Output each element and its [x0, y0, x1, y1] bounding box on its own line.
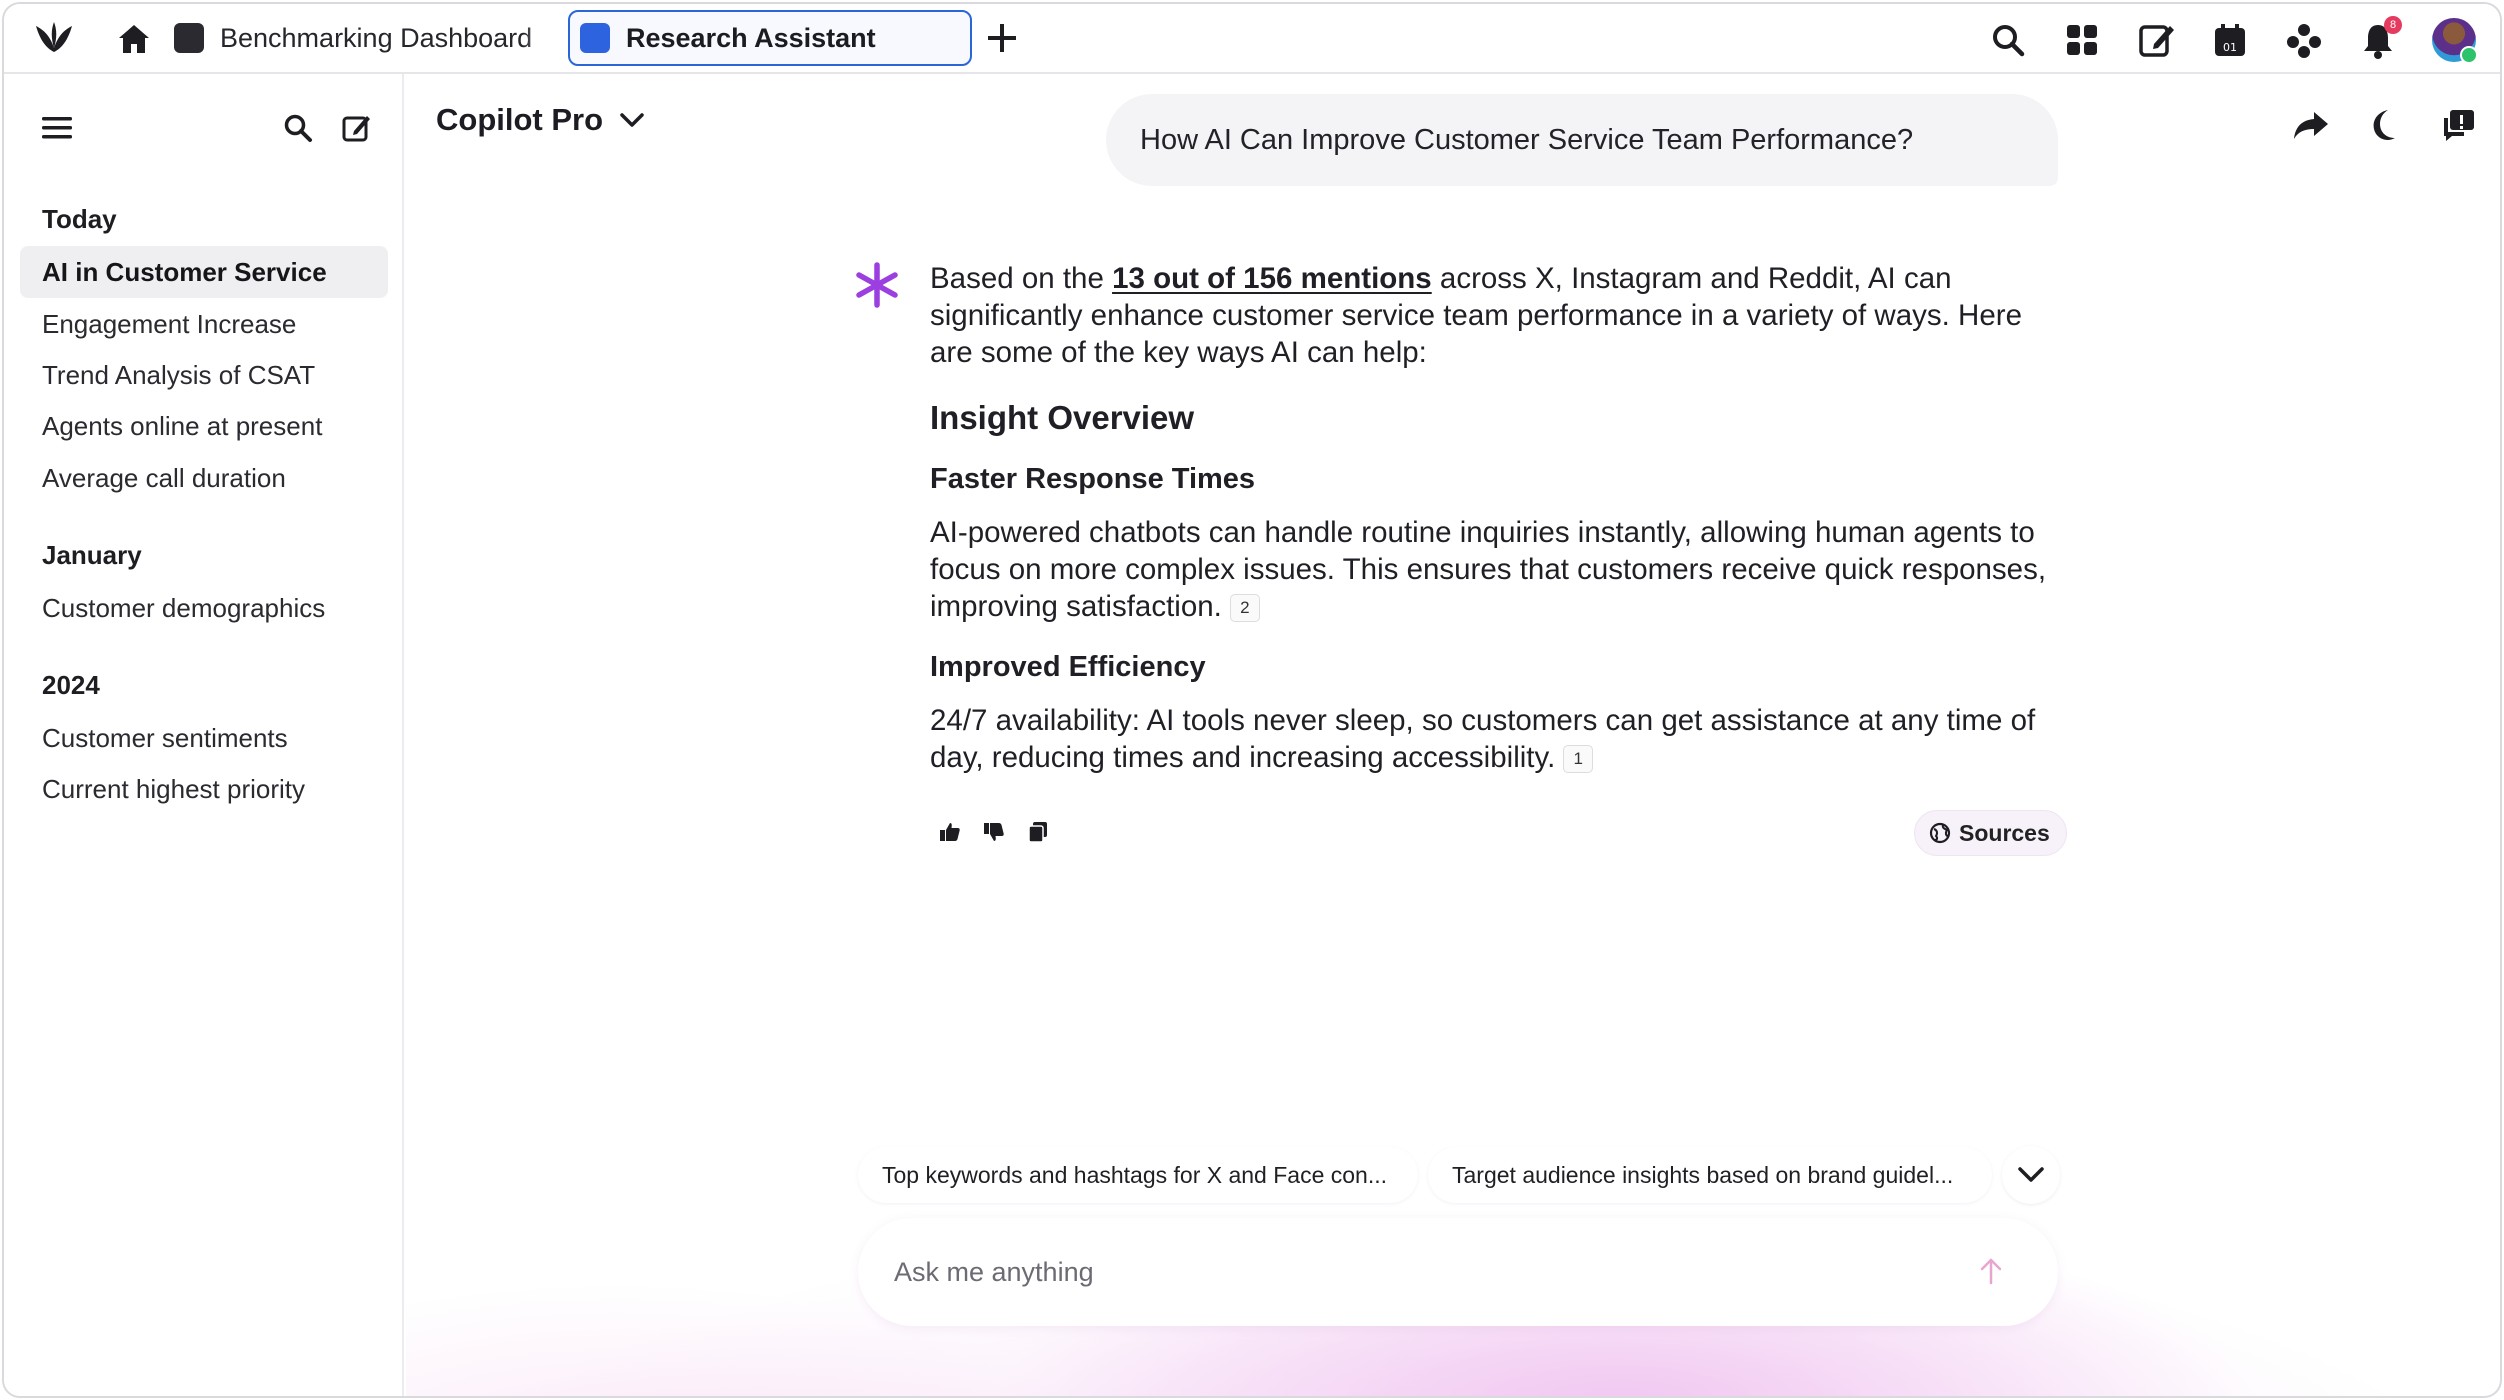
- model-label: Copilot Pro: [436, 102, 604, 137]
- notifications-button[interactable]: 8: [2358, 16, 2402, 60]
- community-icon[interactable]: [2284, 20, 2324, 60]
- tab-app-icon: [174, 23, 204, 53]
- answer-feedback-actions: [938, 820, 1050, 844]
- suggestion-chip[interactable]: Top keywords and hashtags for X and Face…: [858, 1147, 1418, 1203]
- answer-heading: Insight Overview: [930, 399, 1195, 436]
- history-group-2024: 2024: [42, 670, 100, 700]
- app-window: Benchmarking Dashboard Research Assistan…: [2, 2, 2502, 1398]
- search-icon[interactable]: [1988, 20, 2028, 60]
- history-item[interactable]: AI in Customer Service: [20, 246, 388, 298]
- section-title: Improved Efficiency: [930, 651, 1206, 683]
- ai-assistant-star-icon: [856, 262, 898, 308]
- history-item[interactable]: Trend Analysis of CSAT: [20, 349, 388, 401]
- model-selector[interactable]: Copilot Pro: [436, 102, 645, 138]
- chevron-down-icon: [620, 113, 644, 127]
- chat-feedback-icon[interactable]: [2440, 106, 2478, 144]
- assistant-answer: Based on the 13 out of 156 mentions acro…: [930, 260, 2070, 776]
- chat-toolbar: [2292, 106, 2478, 144]
- home-icon[interactable]: [116, 22, 152, 56]
- copy-icon[interactable]: [1026, 820, 1050, 844]
- history-group-january: January: [42, 540, 142, 570]
- chevron-down-icon: [2018, 1167, 2044, 1182]
- citation-badge[interactable]: 1: [1563, 745, 1594, 774]
- tab-benchmarking-dashboard[interactable]: Benchmarking Dashboard: [174, 10, 564, 66]
- svg-text:01: 01: [2223, 41, 2237, 54]
- hamburger-menu-icon[interactable]: [40, 114, 74, 142]
- mentions-link[interactable]: 13 out of 156 mentions: [1112, 262, 1432, 295]
- apps-grid-icon[interactable]: [2062, 20, 2102, 60]
- sources-button[interactable]: Sources: [1914, 810, 2067, 856]
- compose-icon[interactable]: [2136, 20, 2176, 60]
- tab-label: Benchmarking Dashboard: [220, 22, 533, 53]
- dark-mode-moon-icon[interactable]: [2366, 106, 2404, 144]
- share-icon[interactable]: [2292, 106, 2330, 144]
- prompt-input-container: [858, 1218, 2058, 1326]
- history-item[interactable]: Customer demographics: [20, 582, 388, 634]
- history-item[interactable]: Agents online at present: [20, 400, 388, 452]
- user-avatar[interactable]: [2432, 18, 2478, 64]
- history-group-today: Today: [42, 204, 117, 234]
- top-bar: Benchmarking Dashboard Research Assistan…: [4, 4, 2500, 74]
- new-tab-plus-icon[interactable]: [984, 20, 1020, 56]
- user-question-bubble: How AI Can Improve Customer Service Team…: [1106, 94, 2058, 186]
- history-item[interactable]: Average call duration: [20, 452, 388, 504]
- answer-intro: Based on the 13 out of 156 mentions acro…: [930, 262, 2022, 369]
- tab-research-assistant[interactable]: Research Assistant: [568, 10, 972, 66]
- search-icon[interactable]: [282, 112, 314, 144]
- send-arrow-icon[interactable]: [1976, 1256, 2006, 1286]
- prompt-input[interactable]: [894, 1256, 1894, 1288]
- suggestion-chip[interactable]: Target audience insights based on brand …: [1428, 1147, 1992, 1203]
- tab-app-icon: [580, 23, 610, 53]
- thumbs-up-icon[interactable]: [938, 820, 962, 844]
- history-item[interactable]: Customer sentiments: [20, 712, 388, 764]
- thumbs-down-icon[interactable]: [982, 820, 1006, 844]
- top-toolbar: 01 8: [1988, 16, 2478, 64]
- tab-label: Research Assistant: [626, 22, 876, 53]
- history-item[interactable]: Current highest priority: [20, 763, 388, 815]
- more-suggestions-button[interactable]: [2002, 1146, 2060, 1204]
- calendar-icon[interactable]: 01: [2210, 20, 2250, 60]
- section-body: 24/7 availability: AI tools never sleep,…: [930, 704, 2036, 774]
- citation-badge[interactable]: 2: [1229, 594, 1260, 623]
- section-body: AI-powered chatbots can handle routine i…: [930, 516, 2047, 623]
- app-logo-icon[interactable]: [30, 18, 78, 58]
- notification-badge: 8: [2384, 16, 2402, 34]
- history-item[interactable]: Engagement Increase: [20, 298, 388, 350]
- sidebar: Today AI in Customer Service Engagement …: [4, 74, 404, 1396]
- section-title: Faster Response Times: [930, 463, 1256, 495]
- chat-main: Copilot Pro How AI Can Improve Customer …: [406, 74, 2500, 1396]
- suggestion-chips: Top keywords and hashtags for X and Face…: [858, 1146, 2060, 1204]
- globe-icon: [1929, 822, 1951, 844]
- sources-label: Sources: [1959, 819, 2050, 846]
- new-chat-icon[interactable]: [340, 112, 372, 144]
